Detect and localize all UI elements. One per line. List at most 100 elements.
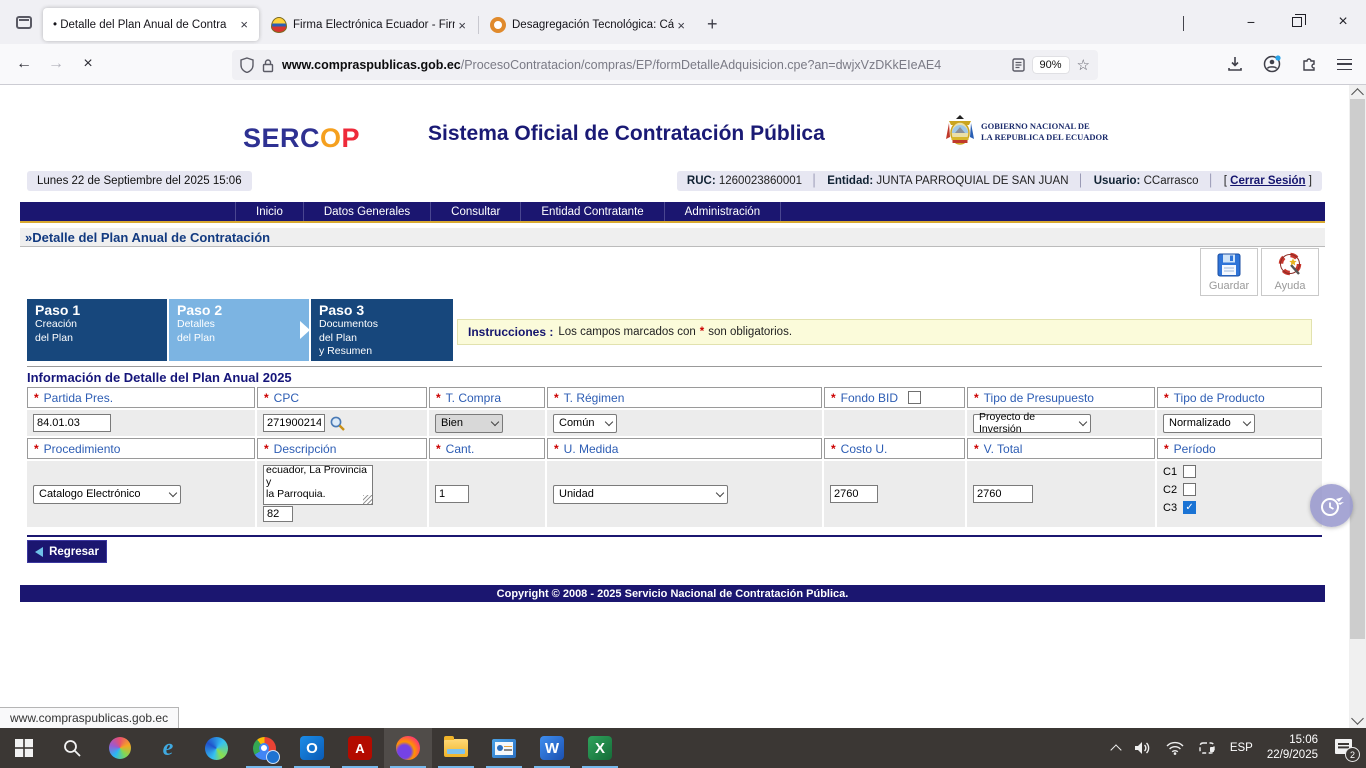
scroll-down-arrow-icon[interactable] xyxy=(1351,712,1364,725)
plan-detail-form: *Partida Pres. *CPC *T. Compra *T. Régim… xyxy=(27,387,1322,527)
firefox-view-icon[interactable] xyxy=(10,8,38,36)
c3-label: C3 xyxy=(1163,502,1177,514)
cell-periodo: C1 C2 C3✓ xyxy=(1157,461,1322,527)
bookmark-star-icon[interactable]: ☆ xyxy=(1077,56,1090,74)
back-button[interactable]: ← xyxy=(8,55,40,73)
forward-button[interactable]: → xyxy=(40,55,72,73)
new-tab-button[interactable]: + xyxy=(697,14,728,35)
taskbar-presentation-app[interactable] xyxy=(480,728,528,768)
connect-device-icon[interactable] xyxy=(1198,741,1216,756)
lock-icon[interactable] xyxy=(262,58,274,73)
taskbar-firefox-active[interactable] xyxy=(384,728,432,768)
stop-button[interactable]: × xyxy=(72,55,104,73)
taskbar-word[interactable]: W xyxy=(528,728,576,768)
step-3[interactable]: Paso 3 Documentos del Plan y Resumen xyxy=(311,299,453,361)
taskbar-internet-explorer[interactable]: e xyxy=(144,728,192,768)
cell-fondo-bid-empty xyxy=(824,410,965,436)
tregimen-select[interactable]: Común xyxy=(553,414,617,433)
account-icon[interactable] xyxy=(1263,55,1281,73)
taskbar-copilot[interactable] xyxy=(96,728,144,768)
close-button[interactable]: × xyxy=(1320,0,1366,44)
tab-firma-electronica[interactable]: Firma Electrónica Ecuador - Firm × xyxy=(261,9,477,41)
taskbar-acrobat[interactable]: A xyxy=(336,728,384,768)
tab-close-icon[interactable]: × xyxy=(237,17,251,32)
scrollbar-thumb[interactable] xyxy=(1350,99,1365,639)
chrome-profile-badge xyxy=(266,750,280,764)
url-bar[interactable]: www.compraspublicas.gob.ec/ProcesoContra… xyxy=(232,50,1098,80)
taskbar-excel[interactable]: X xyxy=(576,728,624,768)
list-all-tabs-icon[interactable] xyxy=(1169,16,1198,30)
fondo-bid-checkbox[interactable] xyxy=(908,391,921,404)
minimize-button[interactable]: − xyxy=(1228,0,1274,44)
taskbar-edge[interactable] xyxy=(192,728,240,768)
tab-plan-anual[interactable]: • Detalle del Plan Anual de Contra × xyxy=(43,8,259,41)
c3-checkbox[interactable]: ✓ xyxy=(1183,501,1196,514)
regresar-button[interactable]: Regresar xyxy=(27,540,107,563)
partida-input[interactable] xyxy=(33,414,111,432)
session-bar: RUC: 1260023860001 │ Entidad: JUNTA PARR… xyxy=(677,171,1322,191)
tab-desagregacion[interactable]: Desagregación Tecnológica: Cál × xyxy=(480,9,696,41)
extensions-icon[interactable] xyxy=(1301,56,1317,72)
cpc-input[interactable] xyxy=(263,414,325,432)
save-button[interactable]: Guardar xyxy=(1200,248,1258,296)
header-vtotal: *V. Total xyxy=(967,438,1155,459)
descripcion-extra-input[interactable] xyxy=(263,506,293,522)
taskbar-search-button[interactable] xyxy=(48,728,96,768)
wifi-icon[interactable] xyxy=(1166,741,1184,755)
menu-inicio[interactable]: Inicio xyxy=(235,202,304,221)
help-button[interactable]: Ayuda xyxy=(1261,248,1319,296)
umedida-select[interactable]: Unidad xyxy=(553,485,728,504)
required-asterisk: * xyxy=(700,326,704,338)
taskbar-clock[interactable]: 15:06 22/9/2025 xyxy=(1267,733,1318,763)
vertical-scrollbar[interactable] xyxy=(1349,85,1366,728)
tab-close-icon[interactable]: × xyxy=(674,18,688,33)
table-bottom-divider xyxy=(27,535,1322,537)
reader-view-icon[interactable] xyxy=(1012,58,1025,72)
section-title: Información de Detalle del Plan Anual 20… xyxy=(27,366,1322,385)
restore-button[interactable] xyxy=(1274,0,1320,44)
taskbar-outlook[interactable]: O xyxy=(288,728,336,768)
resize-grip-icon[interactable] xyxy=(363,495,372,504)
costou-input[interactable] xyxy=(830,485,878,503)
c1-checkbox[interactable] xyxy=(1183,465,1196,478)
procedimiento-select[interactable]: Catalogo Electrónico xyxy=(33,485,181,504)
descripcion-textarea[interactable]: ▪▪▪▪▪ ▪▪▪▪▪▪▪ ▪▪ ecuador, La Provincia y… xyxy=(263,465,373,505)
tipo-producto-select[interactable]: Normalizado xyxy=(1163,414,1255,433)
tray-expand-icon[interactable] xyxy=(1110,744,1121,755)
menu-datos-generales[interactable]: Datos Generales xyxy=(304,202,431,221)
c2-checkbox[interactable] xyxy=(1183,483,1196,496)
tab-close-icon[interactable]: × xyxy=(455,18,469,33)
step-2-active[interactable]: Paso 2 Detalles del Plan xyxy=(169,299,309,361)
zoom-level-badge[interactable]: 90% xyxy=(1033,57,1069,73)
tab-title: Desagregación Tecnológica: Cál xyxy=(512,19,674,31)
tcompra-select[interactable]: Bien xyxy=(435,414,503,433)
header-procedimiento: *Procedimiento xyxy=(27,438,255,459)
excel-icon: X xyxy=(588,736,612,760)
gov-line2: LA REPUBLICA DEL ECUADOR xyxy=(981,132,1108,143)
menu-consultar[interactable]: Consultar xyxy=(431,202,521,221)
language-indicator[interactable]: ESP xyxy=(1230,742,1253,754)
menu-entidad-contratante[interactable]: Entidad Contratante xyxy=(521,202,664,221)
c1-label: C1 xyxy=(1163,466,1177,478)
downloads-icon[interactable] xyxy=(1227,56,1243,72)
time-tracker-overlay-icon[interactable] xyxy=(1310,484,1353,527)
tracking-shield-icon[interactable] xyxy=(240,57,254,73)
header-descripcion: *Descripción xyxy=(257,438,427,459)
cant-input[interactable] xyxy=(435,485,469,503)
step-1[interactable]: Paso 1 Creación del Plan xyxy=(27,299,167,361)
logout-link[interactable]: Cerrar Sesión xyxy=(1230,175,1305,187)
taskbar-chrome[interactable] xyxy=(240,728,288,768)
cpc-search-magnifier-icon[interactable] xyxy=(329,415,346,432)
taskbar-file-explorer[interactable] xyxy=(432,728,480,768)
menu-hamburger-icon[interactable] xyxy=(1337,59,1352,70)
cell-partida xyxy=(27,410,255,436)
tipo-presupuesto-select[interactable]: Proyecto de Inversión xyxy=(973,414,1091,433)
volume-icon[interactable] xyxy=(1134,740,1152,756)
gov-line1: GOBIERNO NACIONAL DE xyxy=(981,121,1108,132)
action-center-icon[interactable]: 2 xyxy=(1332,737,1356,759)
chevron-down-icon xyxy=(1243,417,1251,425)
menu-administracion[interactable]: Administración xyxy=(665,202,781,221)
start-button[interactable] xyxy=(0,728,48,768)
vtotal-input[interactable] xyxy=(973,485,1033,503)
cell-tcompra: Bien xyxy=(429,410,545,436)
